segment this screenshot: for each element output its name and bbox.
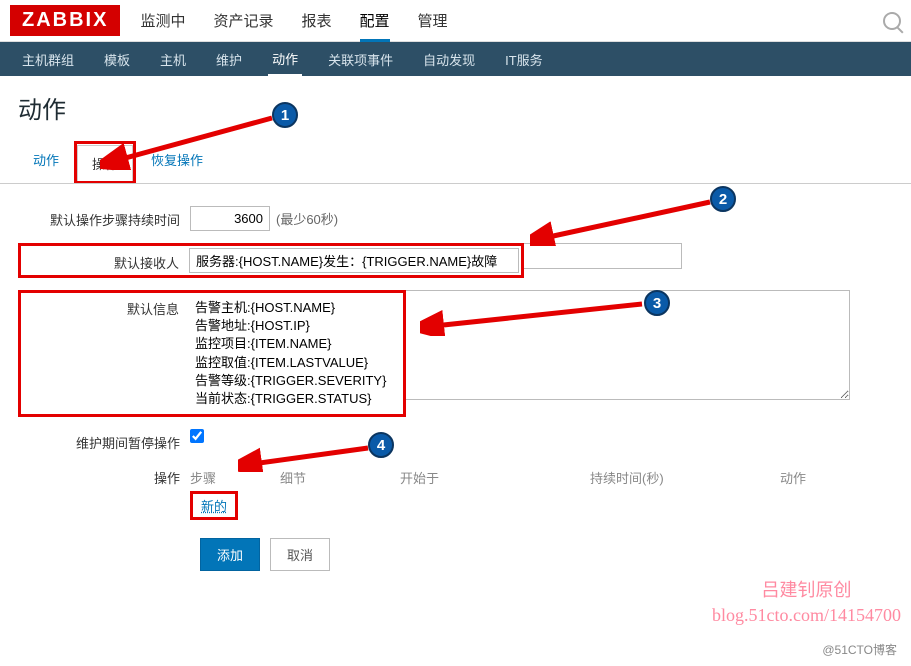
subject-input-ext[interactable] (524, 243, 682, 269)
ops-col-duration: 持续时间(秒) (590, 468, 780, 487)
topmenu-inventory[interactable]: 资产记录 (213, 10, 273, 31)
label-message: 默认信息 (23, 295, 189, 412)
cancel-button[interactable]: 取消 (270, 538, 330, 571)
subject-input[interactable] (189, 248, 519, 273)
top-menu: 监测中 资产记录 报表 配置 管理 (140, 10, 447, 31)
pause-checkbox[interactable] (190, 429, 204, 443)
annotation-badge-4: 4 (368, 432, 394, 458)
subnav-correlation[interactable]: 关联项事件 (324, 42, 397, 77)
label-subject: 默认接收人 (23, 249, 189, 272)
topmenu-reports[interactable]: 报表 (301, 10, 331, 31)
topmenu-configuration[interactable]: 配置 (360, 10, 390, 42)
message-textarea-inner[interactable] (189, 295, 401, 412)
label-operations: 操作 (18, 464, 190, 487)
ops-col-step: 步骤 (190, 468, 280, 487)
watermark-line1: 吕建钊原创 (712, 578, 901, 603)
add-button[interactable]: 添加 (200, 538, 260, 571)
annotation-box-tab: 操作 (74, 141, 136, 183)
top-nav: ZABBIX 监测中 资产记录 报表 配置 管理 (0, 0, 911, 42)
form-area: 默认操作步骤持续时间 (最少60秒) 默认接收人 默认信息 维护期间暂停操作 操… (0, 184, 911, 589)
ops-col-action: 动作 (780, 468, 860, 487)
topmenu-administration[interactable]: 管理 (418, 10, 448, 31)
label-duration: 默认操作步骤持续时间 (18, 206, 190, 229)
button-row: 添加 取消 (200, 538, 893, 571)
annotation-badge-1: 1 (272, 102, 298, 128)
message-textarea[interactable] (406, 290, 850, 400)
label-pause: 维护期间暂停操作 (18, 429, 190, 452)
subnav-actions[interactable]: 动作 (268, 41, 302, 77)
subnav-templates[interactable]: 模板 (100, 42, 134, 77)
annotation-box-new: 新的 (190, 491, 238, 520)
duration-input[interactable] (190, 206, 270, 231)
tab-recovery[interactable]: 恢复操作 (136, 141, 218, 183)
subnav-discovery[interactable]: 自动发现 (419, 42, 479, 77)
tab-action[interactable]: 动作 (18, 141, 74, 183)
subnav-hosts[interactable]: 主机 (156, 42, 190, 77)
watermark-line2: blog.51cto.com/14154700 (712, 603, 901, 628)
tab-operations[interactable]: 操作 (77, 145, 133, 181)
subnav-maintenance[interactable]: 维护 (212, 42, 246, 77)
annotation-box-subject: 默认接收人 (18, 243, 524, 278)
ops-new-row: 新的 (190, 491, 860, 520)
ops-header-row: 步骤 细节 开始于 持续时间(秒) 动作 (190, 464, 860, 491)
sub-nav: 主机群组 模板 主机 维护 动作 关联项事件 自动发现 IT服务 (0, 42, 911, 76)
topmenu-monitoring[interactable]: 监测中 (140, 10, 185, 31)
subnav-itservices[interactable]: IT服务 (501, 42, 547, 77)
ops-table: 步骤 细节 开始于 持续时间(秒) 动作 新的 (190, 464, 860, 520)
annotation-badge-3: 3 (644, 290, 670, 316)
ops-col-start: 开始于 (400, 468, 590, 487)
page-title: 动作 (0, 76, 911, 135)
annotation-box-message: 默认信息 (18, 290, 406, 417)
subnav-hostgroups[interactable]: 主机群组 (18, 42, 78, 77)
duration-hint: (最少60秒) (276, 209, 338, 228)
search-icon[interactable] (883, 12, 901, 30)
watermark: 吕建钊原创 blog.51cto.com/14154700 (712, 578, 901, 628)
credit-text: @51CTO博客 (822, 641, 897, 658)
app-logo: ZABBIX (10, 5, 120, 36)
tab-bar: 动作 操作 恢复操作 (0, 141, 911, 184)
annotation-badge-2: 2 (710, 186, 736, 212)
ops-col-details: 细节 (280, 468, 400, 487)
new-operation-link[interactable]: 新的 (197, 498, 231, 515)
